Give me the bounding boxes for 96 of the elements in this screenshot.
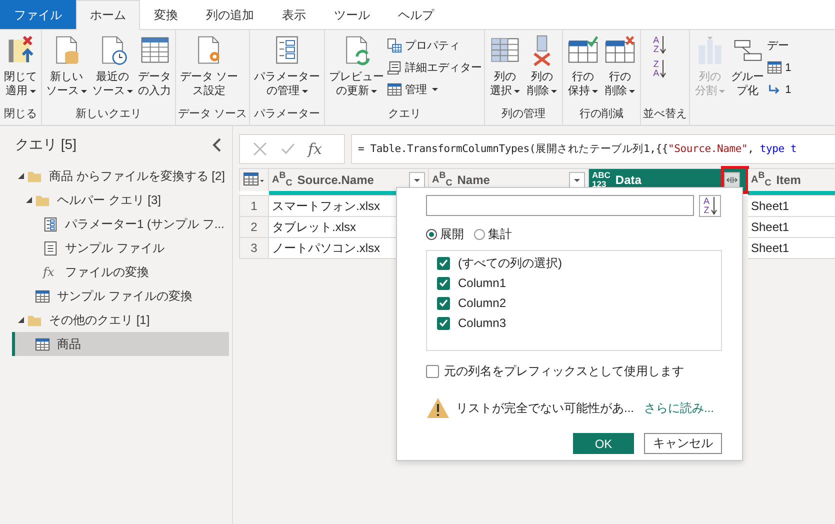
checkbox[interactable] [426,364,439,378]
properties-icon [387,38,402,53]
ribbon-tab[interactable]: 列の追加 [192,0,268,29]
group-label: 新しいクエリ [74,106,142,122]
query-item[interactable]: ヘルパー クエリ [3] [12,188,229,212]
table-icon [35,336,50,352]
ribbon-button[interactable]: 1 [767,80,792,99]
expand-arrows-icon [726,175,738,185]
query-item[interactable]: サンプル ファイルの変換 [12,284,229,308]
checkbox-label: 元の列名をプレフィックスとして使用します [444,362,684,380]
ribbon-button[interactable]: 新しい ソース [44,34,89,98]
checkbox-label: Column3 [458,316,506,330]
formula-field[interactable]: = Table.TransformColumnTypes(展開されたテーブル列1,{{"Source.Name", type t [351,134,835,164]
query-item[interactable]: その他のクエリ [1] [12,308,229,332]
group-label: パラメーター [253,107,322,122]
function-button[interactable]: fx [308,140,322,158]
ribbon-button[interactable]: 列の 削除 [524,34,560,98]
expand-triangle-icon[interactable] [18,173,24,179]
arrow-down-icon [660,60,666,78]
ok-button[interactable]: OK [573,433,634,454]
checkbox[interactable] [437,276,450,290]
table-icon [767,60,782,75]
ribbon-button[interactable]: 1 [767,58,792,77]
warning-icon [426,397,450,419]
ribbon-button[interactable]: 最近の ソース [90,34,135,98]
column-header[interactable]: A$^{B}$$_{C}$ Source.Name [268,168,428,191]
query-item[interactable]: サンプル ファイル [12,236,229,260]
check-icon[interactable] [280,141,296,157]
group-label: 行の削減 [578,107,625,122]
ribbon-button[interactable]: グルー プ化 [729,34,766,98]
search-field[interactable] [426,195,694,216]
scroll-icon [387,60,402,75]
checkbox-label: (すべての列の選択) [458,254,562,272]
document-icon [43,240,58,256]
ribbon-button[interactable]: プロパティ [387,36,482,55]
ribbon-tab[interactable]: 表示 [268,0,320,29]
ribbon-button[interactable]: 管理 [387,80,482,99]
group-label: クエリ [387,107,422,122]
ribbon-button[interactable]: 行の 保持 [565,34,602,98]
group-label: 並べ替え [643,107,688,122]
arrow-down-icon [710,197,716,215]
table-cell: Sheet1 [748,216,835,238]
table-cell: Sheet1 [748,238,835,258]
table-icon [387,82,402,97]
row-number: 1 [240,196,268,216]
ribbon-button[interactable]: 行の 削除 [602,34,638,98]
checkbox-label: Column1 [458,276,506,290]
sort-button[interactable]: A Z [653,36,666,54]
arrow-down-icon [660,36,666,54]
filter-dropdown[interactable] [409,172,425,188]
checkbox[interactable] [437,256,450,270]
ribbon-tab[interactable]: ツール [320,0,384,29]
radio-option[interactable]: 展開 [426,226,464,243]
table-menu-icon[interactable] [243,172,265,186]
sort-button[interactable]: Z A [653,60,666,78]
query-item[interactable]: パラメーター1 (サンプル フ... [12,212,229,236]
data-type-label[interactable]: ABC 123 [592,171,610,189]
query-item[interactable]: 商品 からファイルを変換する [2] [12,164,229,188]
ribbon-tab[interactable]: 変換 [140,0,192,29]
ribbon-button[interactable]: データ ソー ス設定 [178,34,240,98]
ribbon-button[interactable]: 列の 選択 [487,34,524,98]
checkbox-label: Column2 [458,296,506,310]
group-label: データ ソース [178,107,248,122]
group-label: 閉じる [3,107,38,122]
sort-button[interactable]: A Z [699,195,721,217]
ribbon-button[interactable]: プレビュー の更新 [327,34,386,98]
ribbon-tab[interactable]: ヘルプ [384,0,448,29]
group-label: 列の管理 [500,107,547,122]
panel-title: クエリ [5] [15,136,76,154]
table-cell: Sheet1 [748,196,835,216]
query-item[interactable]: 商品 [12,332,229,356]
column-header[interactable]: A$^{B}$$_{C}$ Item [748,168,835,191]
ribbon-button[interactable]: データ の入力 [136,34,173,98]
more-link[interactable]: さらに読み... [644,400,714,416]
warning-text: リストが完全でない可能性があ... [456,400,634,416]
row-number: 2 [240,216,268,238]
ribbon-tab[interactable]: ホーム [76,0,140,30]
collapse-icon[interactable] [212,138,222,152]
ribbon-button[interactable]: デー [767,36,792,55]
expand-triangle-icon[interactable] [26,197,32,203]
function-icon: fx [43,265,58,279]
checkbox[interactable] [437,296,450,310]
parameter-icon [43,216,58,232]
checkbox[interactable] [437,316,450,330]
expand-button[interactable] [724,172,740,188]
filter-dropdown[interactable] [569,172,585,188]
ribbon-button[interactable]: 詳細エディター [387,58,482,77]
cancel-button[interactable]: キャンセル [644,433,722,454]
ribbon-tab[interactable]: ファイル [0,0,76,29]
expand-triangle-icon[interactable] [18,317,24,323]
table-icon [35,288,50,304]
ribbon-button[interactable]: パラメーター の管理 [252,34,322,98]
row-number: 3 [240,238,268,258]
query-item[interactable]: fx ファイルの変換 [12,260,229,284]
ribbon-button[interactable]: 閉じて 適用 [2,34,39,98]
radio-option[interactable]: 集計 [474,226,512,243]
